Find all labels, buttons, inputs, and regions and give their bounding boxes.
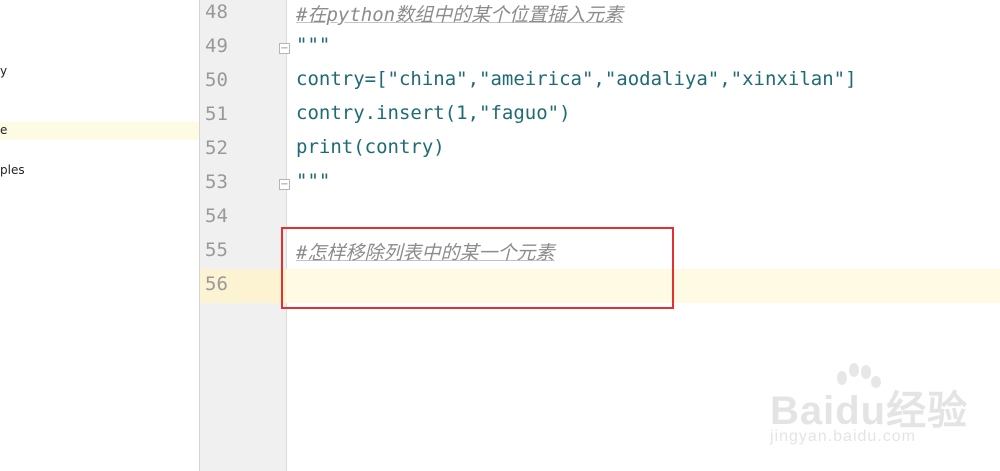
code-line[interactable]: 51 contry.insert(1,"faguo") [200,99,1000,133]
line-number: 54 [205,205,228,227]
fold-collapse-icon[interactable]: − [279,179,290,190]
code-text: """ [296,34,331,56]
code-line[interactable]: 48 #在python数组中的某个位置插入元素 [200,0,1000,31]
sidebar-item-3[interactable]: ples [0,163,25,177]
line-number: 53 [205,171,228,193]
line-number: 55 [205,239,228,261]
line-number: 48 [205,1,228,23]
code-line[interactable]: 50 contry=["china","ameirica","aodaliya"… [200,65,1000,99]
code-line[interactable]: 53 − """ [200,167,1000,201]
project-sidebar: y e ples [0,0,200,471]
watermark-url: jingyan.baidu.com [770,428,916,445]
code-comment: #在python数组中的某个位置插入元素 [296,4,624,26]
line-number: 56 [205,273,228,295]
code-line[interactable]: 52 print(contry) [200,133,1000,167]
code-text: contry.insert(1,"faguo") [296,102,571,124]
baidu-jingyan-watermark: Baidu经验 jingyan.baidu.com [770,363,990,460]
annotation-highlight-box [281,227,674,309]
line-number: 50 [205,69,228,91]
line-number: 51 [205,103,228,125]
code-text: contry=["china","ameirica","aodaliya","x… [296,68,857,90]
sidebar-item-2[interactable]: e [0,123,7,137]
code-text: print(contry) [296,136,445,158]
code-line[interactable]: 49 − """ [200,31,1000,65]
line-number: 49 [205,35,228,57]
line-number: 52 [205,137,228,159]
code-text: """ [296,170,331,192]
sidebar-selected-row[interactable] [0,122,199,140]
sidebar-item-1[interactable]: y [0,64,7,78]
fold-collapse-icon[interactable]: − [279,43,290,54]
